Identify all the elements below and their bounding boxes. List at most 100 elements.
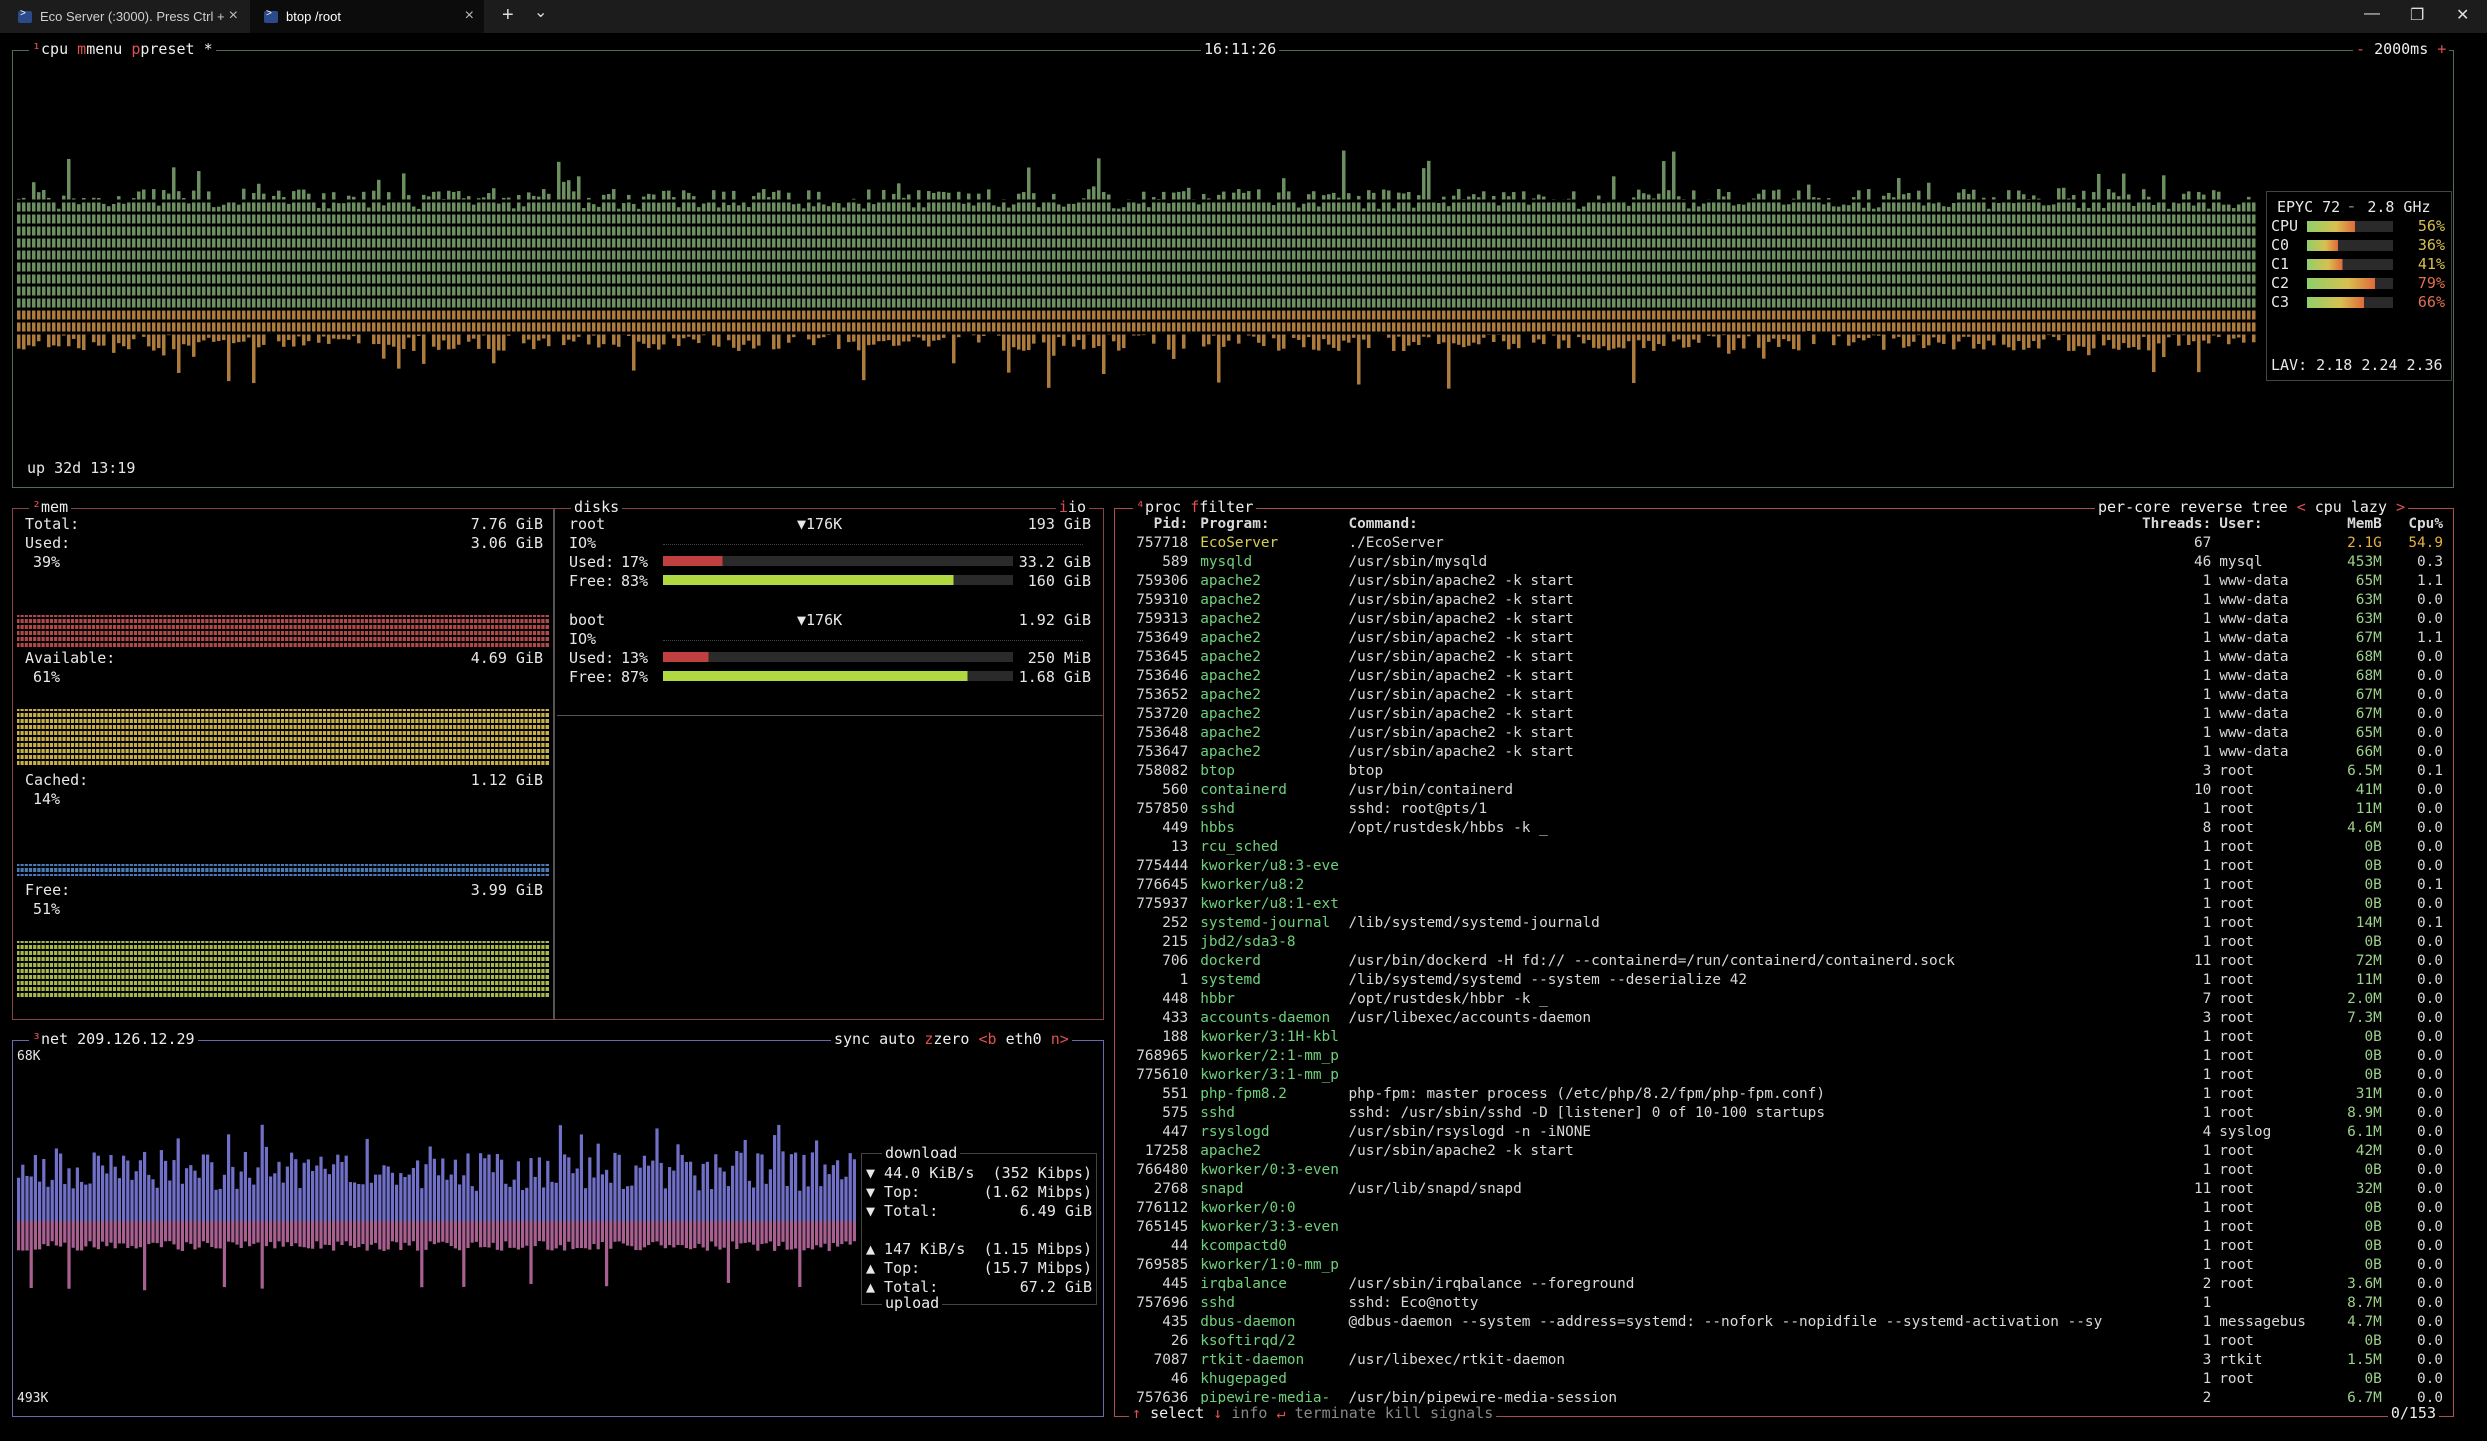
process-row[interactable]: 433 accounts-daemon/usr/libexec/accounts-… — [1121, 1009, 2443, 1028]
sort-selector[interactable]: cpu lazy — [2315, 498, 2387, 516]
process-row[interactable]: 766480 kworker/0:3-even 1 root 0B 0.0 — [1121, 1161, 2443, 1180]
process-row[interactable]: 753652 apache2/usr/sbin/apache2 -k start 1… — [1121, 686, 2443, 705]
close-window-button[interactable]: ✕ — [2456, 5, 2469, 25]
process-row[interactable]: 753720 apache2/usr/sbin/apache2 -k start 1… — [1121, 705, 2443, 724]
net-download-column — [563, 1154, 567, 1221]
net-download-column — [836, 1160, 840, 1221]
net-upload-column — [718, 1221, 722, 1250]
process-row[interactable]: 2768 snapd/usr/lib/snapd/snapd 11 root 32M 0.… — [1121, 1180, 2443, 1199]
process-row[interactable]: 757696 sshd sshd: Eco@notty 1 8.7M 0.0 — [1121, 1294, 2443, 1313]
signals-button[interactable]: signals — [1430, 1404, 1493, 1422]
process-row[interactable]: 17258 apache2/usr/sbin/apache2 -k start 1 r… — [1121, 1142, 2443, 1161]
column-header-cpu[interactable]: Cpu% — [2382, 515, 2443, 534]
process-row[interactable]: 435 dbus-daemon @dbus-daemon --system --ad… — [1121, 1313, 2443, 1332]
process-row[interactable]: 768965 kworker/2:1-mm_p 1 root 0B 0.0 — [1121, 1047, 2443, 1066]
next-iface-button[interactable]: n> — [1051, 1030, 1069, 1048]
column-header-pid[interactable]: Pid: — [1121, 515, 1189, 534]
program-cell: khugepaged — [1200, 1371, 1287, 1387]
net-download-column — [815, 1140, 819, 1221]
reverse-toggle[interactable]: reverse — [2179, 498, 2242, 516]
process-row[interactable]: 447 rsyslogd/usr/sbin/rsyslogd -n -iNONE 4… — [1121, 1123, 2443, 1142]
zero-toggle[interactable]: zero — [933, 1030, 969, 1048]
net-panel: ³net 209.126.12.29 sync auto zzero <b et… — [12, 1030, 1104, 1417]
process-row[interactable]: 560 containerd/usr/bin/containerd 10 root 41… — [1121, 781, 2443, 800]
process-row[interactable]: 46 khugepaged 1 root 0B 0.0 — [1121, 1370, 2443, 1389]
process-row[interactable]: 551 php-fpm8.2 php-fpm: master process (/e… — [1121, 1085, 2443, 1104]
kill-button[interactable]: kill — [1385, 1404, 1421, 1422]
net-download-column — [260, 1124, 264, 1221]
process-row[interactable]: 215 jbd2/sda3-8 1 root 0B 0.0 — [1121, 933, 2443, 952]
cpu-graph-column-lower — [787, 309, 791, 343]
net-upload-column — [647, 1221, 651, 1246]
per-core-toggle[interactable]: per-core — [2098, 498, 2170, 516]
process-row[interactable]: 758082 btop btop 3 root 6.5M 0.1 — [1121, 762, 2443, 781]
tab-eco-server[interactable]: Eco Server (:3000). Press Ctrl + × — [4, 0, 248, 33]
net-upload-column — [609, 1221, 613, 1249]
tab-btop[interactable]: btop /root × — [250, 0, 484, 33]
sync-toggle[interactable]: sync — [834, 1030, 870, 1048]
process-row[interactable]: 448 hbbr/opt/rustdesk/hbbr -k _ 7 root 2.0M 0… — [1121, 990, 2443, 1009]
close-tab-icon[interactable]: × — [229, 7, 238, 25]
info-button[interactable]: info — [1231, 1404, 1267, 1422]
process-row[interactable]: 753648 apache2/usr/sbin/apache2 -k start 1… — [1121, 724, 2443, 743]
column-header-user[interactable]: User: — [2211, 515, 2325, 534]
process-row[interactable]: 706 dockerd/usr/bin/dockerd -H fd:// --co… — [1121, 952, 2443, 971]
process-row[interactable]: 445 irqbalance/usr/sbin/irqbalance --fore… — [1121, 1275, 2443, 1294]
process-row[interactable]: 449 hbbs/opt/rustdesk/hbbs -k _ 8 root 4.6M 0… — [1121, 819, 2443, 838]
menu-button[interactable]: menu — [86, 40, 122, 58]
net-download-column — [684, 1161, 688, 1221]
column-header-threads[interactable]: Threads: — [2108, 515, 2211, 534]
process-row[interactable]: 759310 apache2/usr/sbin/apache2 -k start 1… — [1121, 591, 2443, 610]
column-header-memb[interactable]: MemB — [2326, 515, 2382, 534]
lav-5: 2.24 — [2361, 356, 2398, 374]
cpu-graph-column — [2227, 204, 2231, 309]
preset-button[interactable]: preset * — [140, 40, 212, 58]
cpu-core-pct: 41% — [2417, 255, 2445, 273]
process-row[interactable]: 775937 kworker/u8:1-ext 1 root 0B 0.0 — [1121, 895, 2443, 914]
net-download-column — [33, 1155, 37, 1221]
cpu-graph-column — [2027, 199, 2031, 309]
column-header-program[interactable]: Program: — [1188, 515, 1348, 534]
terminate-button[interactable]: terminate — [1295, 1404, 1376, 1422]
process-row[interactable]: 776112 kworker/0:0 1 root 0B 0.0 — [1121, 1199, 2443, 1218]
process-row[interactable]: 575 sshd sshd: /usr/sbin/sshd -D [listener… — [1121, 1104, 2443, 1123]
update-interval[interactable]: 2000ms — [2374, 40, 2428, 58]
process-row[interactable]: 759306 apache2/usr/sbin/apache2 -k start 1… — [1121, 572, 2443, 591]
process-row[interactable]: 753645 apache2/usr/sbin/apache2 -k start 1… — [1121, 648, 2443, 667]
process-row[interactable]: 1 systemd/lib/systemd/systemd --system --… — [1121, 971, 2443, 990]
tab-dropdown-button[interactable]: ⌄ — [534, 2, 547, 22]
new-tab-button[interactable]: + — [502, 4, 514, 27]
process-row[interactable]: 776645 kworker/u8:2 1 root 0B 0.1 — [1121, 876, 2443, 895]
process-row[interactable]: 26 ksoftirqd/2 1 root 0B 0.0 — [1121, 1332, 2443, 1351]
prev-iface-button[interactable]: <b — [979, 1030, 997, 1048]
process-row[interactable]: 753649 apache2/usr/sbin/apache2 -k start 1… — [1121, 629, 2443, 648]
filter-button[interactable]: filter — [1199, 498, 1253, 516]
cpu-graph-column — [77, 204, 81, 309]
maximize-button[interactable]: ❐ — [2410, 5, 2424, 25]
process-row[interactable]: 757718 EcoServer ./EcoServer 67 2.1G 54.9 — [1121, 534, 2443, 553]
process-row[interactable]: 13 rcu_sched 1 root 0B 0.0 — [1121, 838, 2443, 857]
auto-toggle[interactable]: auto — [879, 1030, 915, 1048]
io-toggle[interactable]: io — [1068, 498, 1086, 516]
process-row[interactable]: 765145 kworker/3:3-even 1 root 0B 0.0 — [1121, 1218, 2443, 1237]
process-row[interactable]: 188 kworker/3:1H-kbl 1 root 0B 0.0 — [1121, 1028, 2443, 1047]
select-button[interactable]: select — [1150, 1404, 1204, 1422]
minimize-button[interactable]: — — [2364, 5, 2380, 23]
pid-cell: 215 — [1162, 934, 1189, 950]
process-row[interactable]: 775444 kworker/u8:3-eve 1 root 0B 0.0 — [1121, 857, 2443, 876]
process-row[interactable]: 753647 apache2/usr/sbin/apache2 -k start 1… — [1121, 743, 2443, 762]
process-row[interactable]: 7087 rtkit-daemon/usr/libexec/rtkit-daemo… — [1121, 1351, 2443, 1370]
process-row[interactable]: 44 kcompactd0 1 root 0B 0.0 — [1121, 1237, 2443, 1256]
process-row[interactable]: 252 systemd-journal/lib/systemd/systemd-j… — [1121, 914, 2443, 933]
process-row[interactable]: 775610 kworker/3:1-mm_p 1 root 0B 0.0 — [1121, 1066, 2443, 1085]
process-row[interactable]: 759313 apache2/usr/sbin/apache2 -k start 1… — [1121, 610, 2443, 629]
process-row[interactable]: 757850 sshd sshd: root@pts/1 1 root 11M 0.0 — [1121, 800, 2443, 819]
column-header-command[interactable]: Command: — [1348, 515, 2107, 534]
process-row[interactable]: 589 mysqld/usr/sbin/mysqld 46 mysql 453M 0.3 — [1121, 553, 2443, 572]
process-row[interactable]: 753646 apache2/usr/sbin/apache2 -k start 1… — [1121, 667, 2443, 686]
net-upload-column — [185, 1221, 189, 1243]
process-row[interactable]: 769585 kworker/1:0-mm_p 1 root 0B 0.0 — [1121, 1256, 2443, 1275]
tree-toggle[interactable]: tree — [2252, 498, 2288, 516]
close-tab-icon[interactable]: × — [465, 7, 474, 25]
net-download-column — [785, 1186, 789, 1221]
